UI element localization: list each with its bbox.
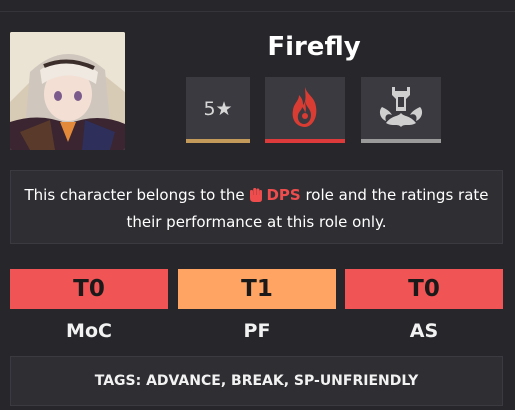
fire-element-icon: [292, 87, 317, 127]
tier-pf: T1: [178, 269, 336, 309]
path-tile: [361, 77, 441, 143]
role-name: DPS: [266, 186, 301, 204]
rarity-label: 5★: [203, 98, 233, 120]
path-bar: [361, 139, 441, 143]
tier-as: T0: [345, 269, 503, 309]
role-info-prefix: This character belongs to the: [24, 186, 245, 204]
tags-text: TAGS: ADVANCE, BREAK, SP-UNFRIENDLY: [94, 373, 419, 389]
mode-label-moc: MoC: [66, 320, 112, 342]
destruction-path-icon: [379, 87, 423, 127]
element-tile: [265, 77, 345, 143]
portrait-image: [10, 32, 125, 150]
rarity-tile: 5★: [186, 77, 250, 143]
character-portrait[interactable]: [10, 32, 125, 150]
tags-box: TAGS: ADVANCE, BREAK, SP-UNFRIENDLY: [10, 356, 503, 406]
character-name: Firefly: [267, 32, 361, 62]
rarity-bar: [186, 139, 250, 143]
tier-moc: T0: [10, 269, 168, 309]
mode-label-pf: PF: [243, 320, 271, 342]
fist-icon: [249, 186, 263, 210]
element-bar: [265, 139, 345, 143]
role-info-box: This character belongs to the DPS role a…: [10, 170, 503, 244]
mode-label-as: AS: [409, 320, 439, 342]
